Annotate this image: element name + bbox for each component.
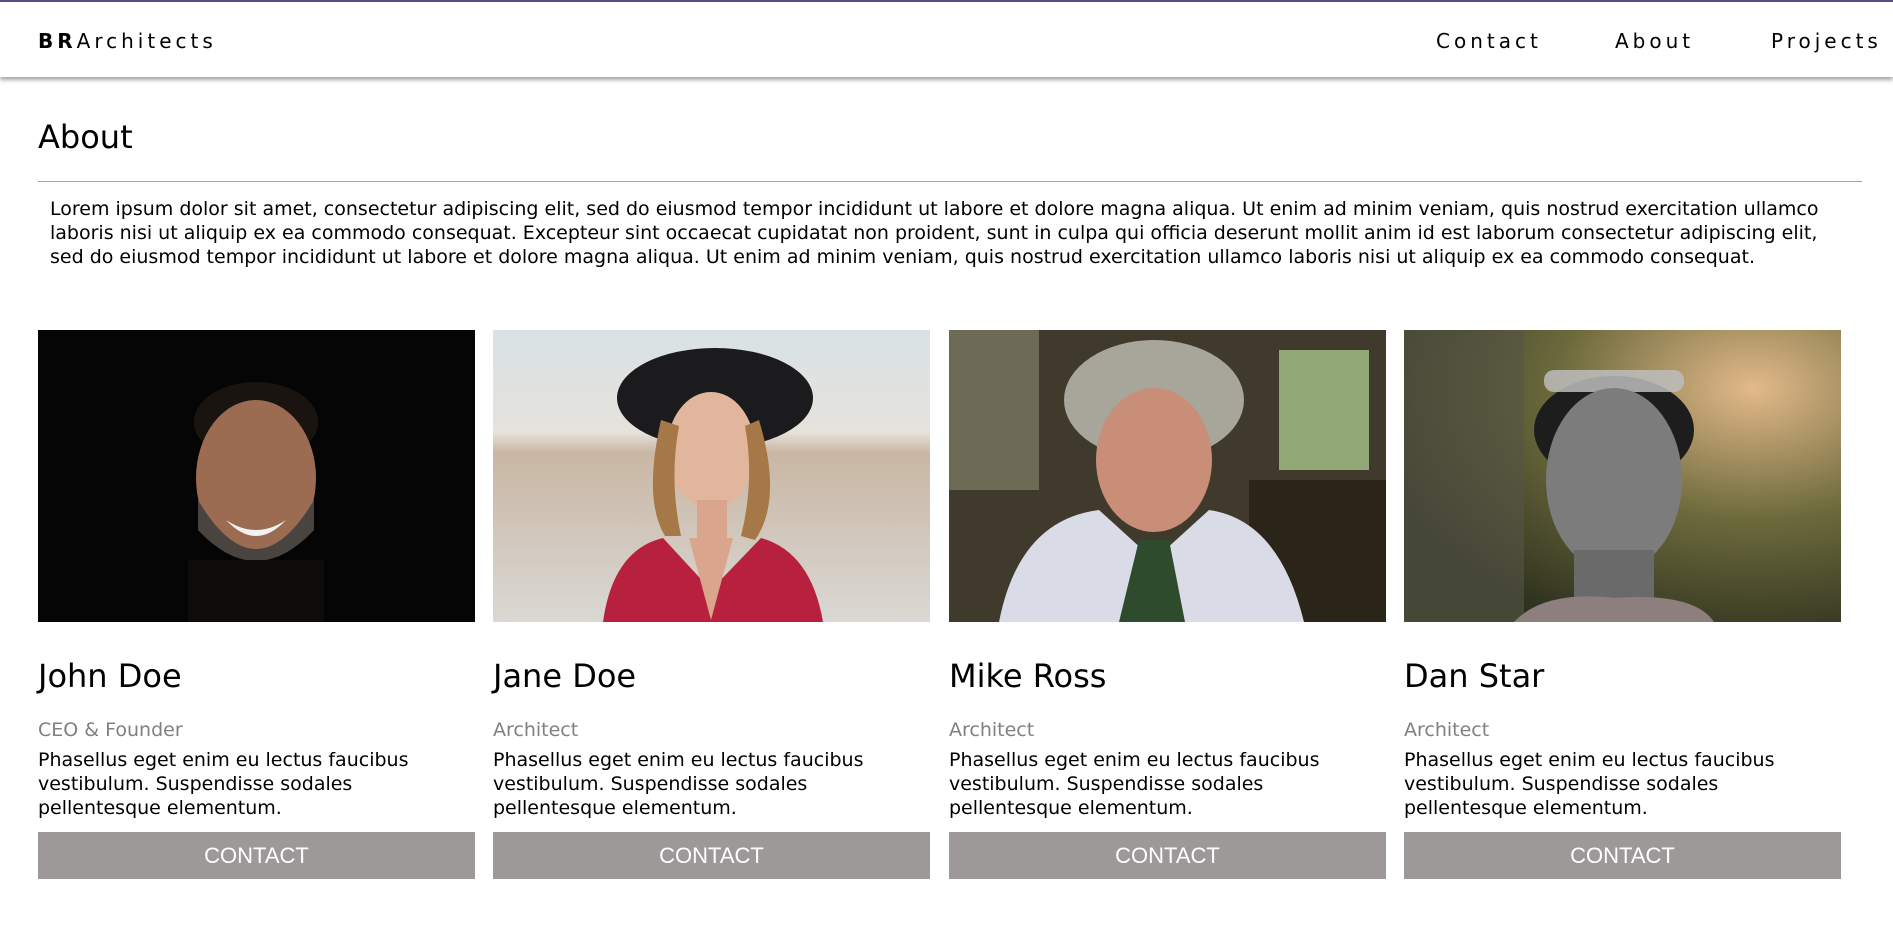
nav-link-about[interactable]: About (1615, 29, 1694, 53)
contact-button[interactable]: CONTACT (38, 832, 475, 879)
team-photo (1404, 330, 1841, 622)
team-card-jane-doe: Jane Doe Architect Phasellus eget enim e… (493, 330, 930, 879)
team-member-name: John Doe (38, 657, 182, 695)
team-photo (38, 330, 475, 622)
team-photo (493, 330, 930, 622)
team-member-description: Phasellus eget enim eu lectus faucibus v… (1404, 749, 1775, 819)
brand-bold: BR (38, 29, 77, 53)
team-member-name: Dan Star (1404, 657, 1545, 695)
brand-logo[interactable]: BRArchitects (38, 29, 217, 53)
contact-button[interactable]: CONTACT (493, 832, 930, 879)
team-card-mike-ross: Mike Ross Architect Phasellus eget enim … (949, 330, 1386, 879)
team-member-role: CEO & Founder (38, 719, 183, 741)
team-photo (949, 330, 1386, 622)
contact-button[interactable]: CONTACT (1404, 832, 1841, 879)
team-card-dan-star: Dan Star Architect Phasellus eget enim e… (1404, 330, 1841, 879)
team-member-description: Phasellus eget enim eu lectus faucibus v… (493, 749, 864, 819)
contact-button[interactable]: CONTACT (949, 832, 1386, 879)
section-divider (38, 181, 1862, 182)
team-member-name: Jane Doe (493, 657, 637, 695)
team-member-name: Mike Ross (949, 657, 1107, 695)
team-member-role: Architect (1404, 719, 1490, 741)
team-member-description: Phasellus eget enim eu lectus faucibus v… (38, 749, 409, 819)
top-navbar: BRArchitects Contact About Projects (0, 0, 1893, 77)
nav-link-projects[interactable]: Projects (1771, 29, 1882, 53)
team-member-role: Architect (493, 719, 579, 741)
nav-link-contact[interactable]: Contact (1436, 29, 1542, 53)
team-member-description: Phasellus eget enim eu lectus faucibus v… (949, 749, 1320, 819)
about-intro-text: Lorem ipsum dolor sit amet, consectetur … (50, 198, 1819, 268)
brand-rest: Architects (76, 29, 217, 53)
team-card-john-doe: John Doe CEO & Founder Phasellus eget en… (38, 330, 475, 879)
team-member-role: Architect (949, 719, 1035, 741)
about-heading: About (38, 118, 133, 156)
